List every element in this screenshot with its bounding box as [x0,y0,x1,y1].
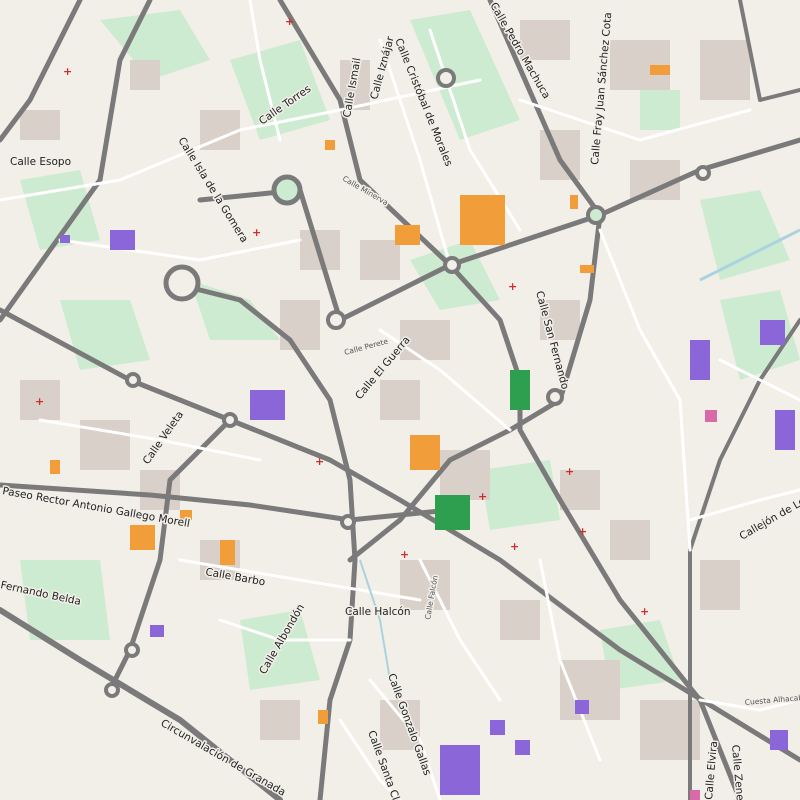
map-canvas[interactable]: + + + + + + + + + + + + Calle Esopo Call… [0,0,800,800]
svg-text:+: + [565,465,574,478]
svg-text:+: + [35,395,44,408]
svg-text:+: + [400,548,409,561]
svg-text:+: + [510,540,519,553]
street-label: Calle Esopo [10,156,71,168]
svg-text:+: + [285,15,294,28]
svg-text:+: + [252,226,261,239]
svg-text:+: + [640,605,649,618]
street-label: Calle Halcón [345,606,411,618]
svg-text:+: + [508,280,517,293]
svg-text:+: + [63,65,72,78]
svg-text:+: + [478,490,487,503]
svg-text:+: + [578,525,587,538]
svg-text:+: + [315,455,324,468]
map-svg[interactable]: + + + + + + + + + + + + Calle Esopo Call… [0,0,800,800]
